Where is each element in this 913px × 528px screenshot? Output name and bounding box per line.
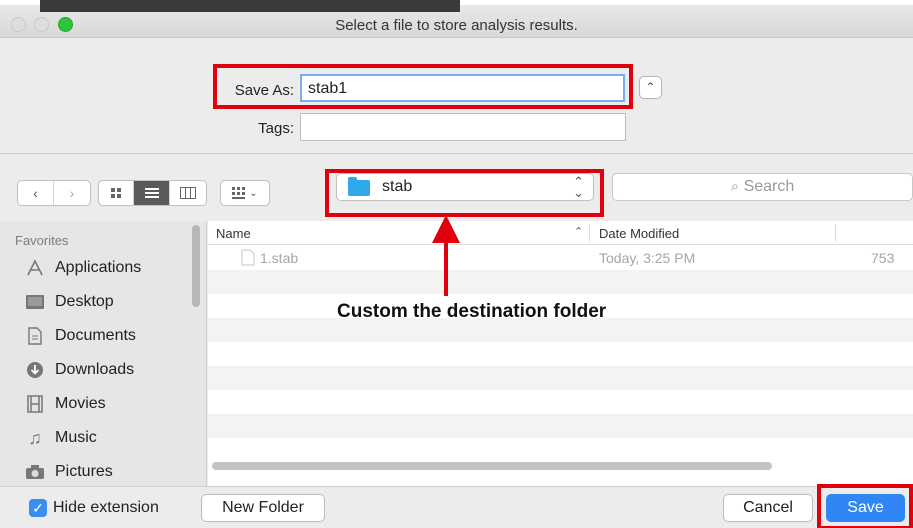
annotation-overlay [432, 215, 460, 296]
checkmark-icon: ✓ [32, 500, 44, 516]
hide-extension-checkbox[interactable]: ✓ [29, 499, 47, 517]
annotation-text: Custom the destination folder [337, 301, 607, 322]
save-dialog: Select a file to store analysis results.… [0, 0, 913, 528]
annotation-arrow-head [432, 215, 460, 243]
cancel-button[interactable]: Cancel [723, 494, 813, 522]
save-button-highlight-box [817, 484, 913, 528]
dialog-footer: ✓ Hide extension New Folder Cancel Save [0, 484, 913, 528]
hide-extension-label: Hide extension [53, 499, 159, 516]
new-folder-button[interactable]: New Folder [201, 494, 325, 522]
